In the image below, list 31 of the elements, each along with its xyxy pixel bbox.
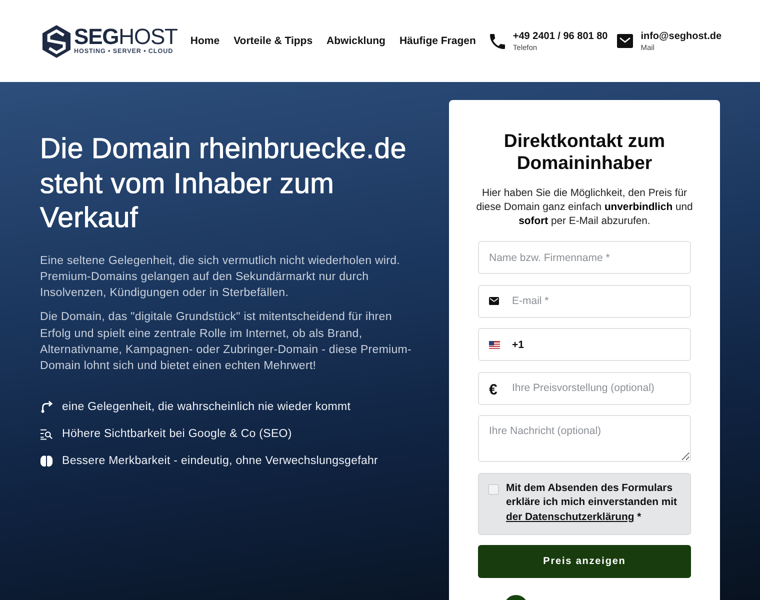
message-field[interactable]: Ihre Nachricht (optional)	[478, 415, 691, 462]
nav-link[interactable]: Home	[190, 35, 220, 47]
currency-sign: €	[489, 382, 498, 398]
logo-wordmark[interactable]: SEGHOST	[74, 26, 178, 47]
email-field[interactable]: E-mail *	[478, 284, 691, 318]
submit-button[interactable]: Preis anzeigen	[478, 545, 691, 578]
feature-text: Höhere Sichtbarkeit bei Google & Co (SEO)	[62, 428, 292, 440]
form-title: Direktkontakt zum Domaininhaber	[502, 130, 666, 174]
privacy-link[interactable]: der Datenschutzerklärung	[506, 512, 634, 523]
search-list-icon	[40, 428, 53, 440]
page-heading: Die Domain rheinbruecke.de steht vom Inhaber zum Verkauf	[40, 132, 408, 236]
consent-checkbox[interactable]	[488, 484, 499, 495]
nav-link[interactable]: Abwicklung	[326, 35, 386, 47]
mail-icon	[616, 34, 633, 48]
name-field[interactable]: Name bzw. Firmenname *	[478, 241, 691, 274]
nav-link[interactable]: Vorteile & Tipps	[234, 35, 313, 47]
consent-text: Mit dem Absenden des Formulars erkläre ich mich einverstanden mit der Datenschutzerklärung *	[506, 482, 678, 525]
feature-text: Bessere Merkbarkeit - eindeutig, ohne Verwechslungsgefahr	[62, 454, 378, 467]
phone-icon	[490, 34, 505, 48]
phone-field[interactable]: +1	[478, 328, 691, 362]
intro-paragraph: Die Domain, das "digitale Grundstück" ist mitentscheidend für ihren Erfolg und spielt eine zentrale Rolle im Internet, ob als Brand, Alternativname, Kampagnen- oder Zubringer-Domain - diese Premium-Domain lohnt sich und bietet einen echten Mehrwert!	[40, 310, 413, 374]
nav-link[interactable]: Häufige Fragen	[399, 35, 476, 47]
form-intro: Hier haben Sie die Möglichkeit, den Preis für diese Domain ganz einfach unverbindlich und sofort per E-Mail abzurufen.	[475, 187, 694, 229]
feature-text: eine Gelegenheit, die wahrscheinlich nie wieder kommt	[62, 400, 351, 413]
route-icon	[40, 400, 53, 414]
brain-icon	[40, 454, 53, 467]
email-link[interactable]: info@seghost.de	[640, 30, 722, 42]
logo-icon[interactable]	[42, 24, 71, 58]
mail-icon	[489, 297, 499, 306]
phone-link[interactable]: +49 2401 / 96 801 80	[512, 30, 608, 42]
intro-paragraph: Eine seltene Gelegenheit, die sich vermutlich nicht wiederholen wird. Premium-Domains gelangen auf den Sekundärmarkt nur durch Insolvenzen, Kündigungen oder in Sterbefällen.	[40, 254, 402, 302]
